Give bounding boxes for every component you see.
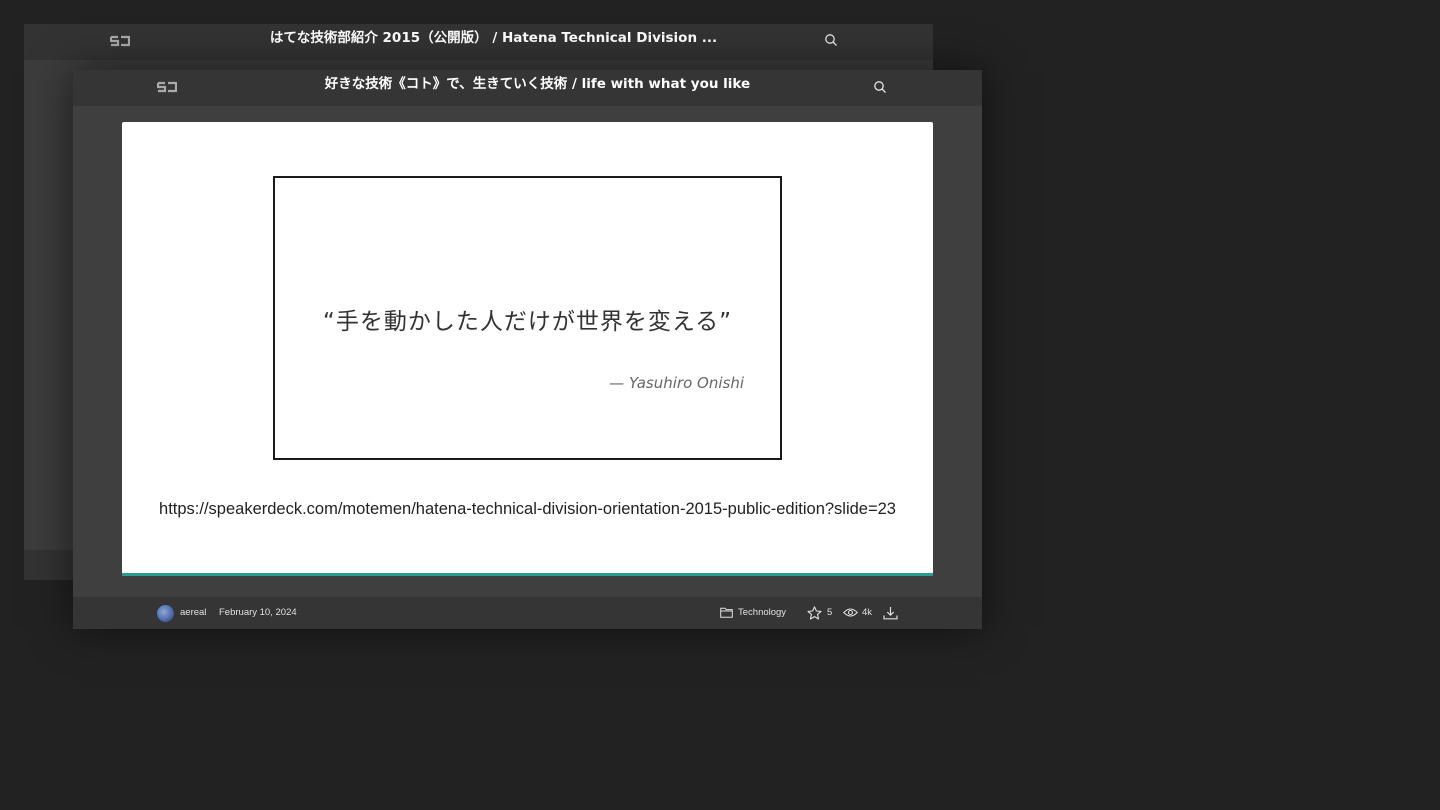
embed-back-header: はてな技術部紹介 2015（公開版） / Hatena Technical Di… — [24, 24, 933, 60]
embed-front-title[interactable]: 好きな技術《コト》で、生きていく技術 / life with what you … — [263, 70, 812, 106]
folder-icon — [720, 607, 733, 618]
slide-url: https://speakerdeck.com/motemen/hatena-t… — [159, 500, 896, 518]
slide-progress-bar — [122, 573, 933, 576]
embed-front-header: 好きな技術《コト》で、生きていく技術 / life with what you … — [73, 70, 982, 106]
slide-quote: “手を動かした人だけが世界を変える” — [322, 309, 733, 335]
publish-date: February 10, 2024 — [219, 607, 297, 618]
star-count: 5 — [827, 607, 833, 618]
avatar[interactable] — [157, 605, 174, 622]
view-count: 4k — [862, 607, 873, 618]
embed-back-title[interactable]: はてな技術部紹介 2015（公開版） / Hatena Technical Di… — [214, 24, 773, 60]
star-icon[interactable] — [807, 606, 822, 620]
speakerdeck-logo-icon[interactable] — [157, 80, 177, 94]
category-link[interactable]: Technology — [738, 597, 786, 629]
eye-icon — [843, 608, 858, 617]
search-icon[interactable] — [824, 33, 838, 47]
download-icon[interactable] — [883, 606, 898, 620]
quote-frame: “手を動かした人だけが世界を変える” — Yasuhiro Onishi — [273, 176, 782, 460]
slide[interactable]: “手を動かした人だけが世界を変える” — Yasuhiro Onishi htt… — [122, 122, 933, 576]
author-name[interactable]: aereal — [180, 597, 206, 629]
embed-front: 好きな技術《コト》で、生きていく技術 / life with what you … — [73, 70, 982, 629]
slide-progress-fill — [122, 573, 933, 576]
search-icon[interactable] — [873, 80, 887, 94]
embed-footer: aereal February 10, 2024 Technology 5 4k — [73, 597, 982, 629]
slide-attribution: — Yasuhiro Onishi — [609, 374, 744, 392]
speakerdeck-logo-icon[interactable] — [110, 34, 130, 48]
